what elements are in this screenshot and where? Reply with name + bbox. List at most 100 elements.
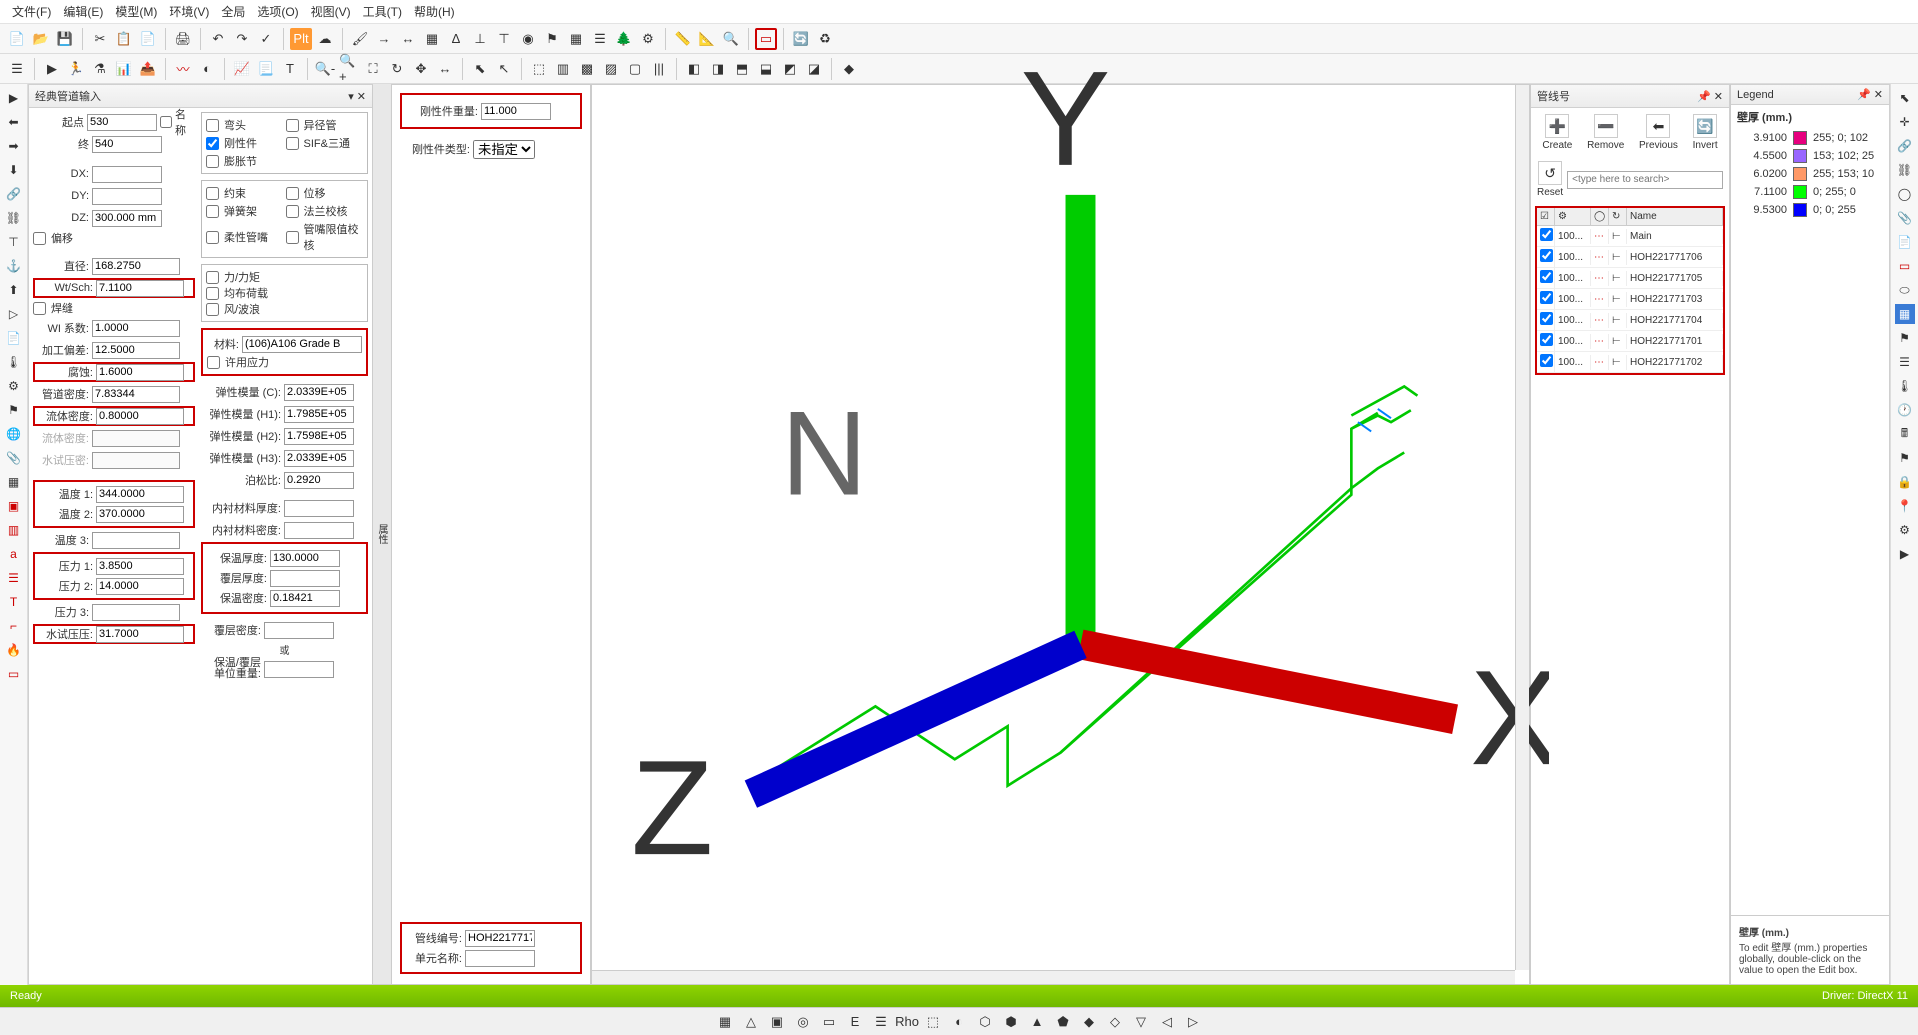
rail-right-icon[interactable]: ➡: [4, 136, 24, 156]
poi-input[interactable]: [284, 472, 354, 489]
zoomfit-icon[interactable]: ⛶: [362, 58, 384, 80]
bt-13-icon[interactable]: ▲: [1026, 1011, 1048, 1033]
volume-icon[interactable]: ⬚: [528, 58, 550, 80]
row-dots-icon[interactable]: ⋯: [1591, 229, 1609, 244]
rr-calc-icon[interactable]: 🖩: [1895, 424, 1915, 444]
bt-9-icon[interactable]: ⬚: [922, 1011, 944, 1033]
dia-input[interactable]: [92, 258, 180, 275]
invert-button[interactable]: 🔄Invert: [1693, 114, 1718, 151]
dimension-icon[interactable]: ↔: [397, 28, 419, 50]
rail-temp-icon[interactable]: 🌡: [4, 352, 24, 372]
rr-flag2-icon[interactable]: ⚑: [1895, 448, 1915, 468]
table-row[interactable]: 100...⋯⊢HOH221771701: [1537, 331, 1723, 352]
tool-a-icon[interactable]: ◐: [196, 58, 218, 80]
rail-left-icon[interactable]: ⬅: [4, 112, 24, 132]
bt-7-icon[interactable]: ☰: [870, 1011, 892, 1033]
check-icon[interactable]: ✓: [255, 28, 277, 50]
3d-viewport[interactable]: Y X Z N: [591, 84, 1530, 985]
rr-flag-icon[interactable]: ⚑: [1895, 328, 1915, 348]
table-row[interactable]: 100...⋯⊢HOH221771705: [1537, 268, 1723, 289]
rr-clock-icon[interactable]: 🕐: [1895, 400, 1915, 420]
lthk-input[interactable]: [284, 500, 354, 517]
rail-layers-icon[interactable]: ☰: [4, 568, 24, 588]
hydro-input[interactable]: [92, 452, 180, 469]
paste-icon[interactable]: 📄: [137, 28, 159, 50]
row-dots-icon[interactable]: ⋯: [1591, 250, 1609, 265]
bt-12-icon[interactable]: ⬢: [1000, 1011, 1022, 1033]
cut-icon[interactable]: ✂: [89, 28, 111, 50]
rr-circ-icon[interactable]: ◯: [1895, 184, 1915, 204]
rail-next-icon[interactable]: ▷: [4, 304, 24, 324]
node-icon[interactable]: ◉: [517, 28, 539, 50]
menu-model[interactable]: 模型(M): [115, 3, 157, 20]
rr-layers-icon[interactable]: ☰: [1895, 352, 1915, 372]
legend-item[interactable]: 9.53000; 0; 255: [1731, 201, 1889, 219]
legend-pin-icon[interactable]: 📌 ✕: [1857, 88, 1883, 101]
page-icon[interactable]: 📃: [255, 58, 277, 80]
legend-item[interactable]: 6.0200255; 153; 10: [1731, 165, 1889, 183]
previous-button[interactable]: ⬅Previous: [1639, 114, 1678, 151]
flexible-checkbox[interactable]: [206, 231, 219, 244]
seam-checkbox[interactable]: [33, 302, 46, 315]
bend-checkbox[interactable]: [206, 119, 219, 132]
copy-icon[interactable]: 📋: [113, 28, 135, 50]
anchor-icon[interactable]: ⊥: [469, 28, 491, 50]
select-icon[interactable]: ⬉: [469, 58, 491, 80]
bt-16-icon[interactable]: ◇: [1104, 1011, 1126, 1033]
rr-box-icon[interactable]: ▦: [1895, 304, 1915, 324]
support-icon[interactable]: ⊤: [493, 28, 515, 50]
rr-sel-icon[interactable]: ⬉: [1895, 88, 1915, 108]
mat-input[interactable]: [242, 336, 362, 353]
offset-checkbox[interactable]: [33, 232, 46, 245]
row-dots-icon[interactable]: ⋯: [1591, 271, 1609, 286]
p3-input[interactable]: [92, 604, 180, 621]
bt-18-icon[interactable]: ◁: [1156, 1011, 1178, 1033]
graph-icon[interactable]: 📈: [231, 58, 253, 80]
rail-valve-icon[interactable]: ⚙: [4, 376, 24, 396]
rail-down-icon[interactable]: ⬇: [4, 160, 24, 180]
line-panel-pin-icon[interactable]: 📌 ✕: [1697, 90, 1723, 103]
wireframe-icon[interactable]: ▥: [552, 58, 574, 80]
rr-play-icon[interactable]: ▶: [1895, 544, 1915, 564]
rr-red-icon[interactable]: ▭: [1895, 256, 1915, 276]
disp-checkbox[interactable]: [286, 187, 299, 200]
bt-15-icon[interactable]: ◆: [1078, 1011, 1100, 1033]
rail-chain-icon[interactable]: ⛓: [4, 208, 24, 228]
paint-icon[interactable]: 🖌: [349, 28, 371, 50]
table-row[interactable]: 100...⋯⊢HOH221771706: [1537, 247, 1723, 268]
p1-input[interactable]: [96, 558, 184, 575]
windwave-checkbox[interactable]: [206, 303, 219, 316]
legend-item[interactable]: 4.5500153; 102; 25: [1731, 147, 1889, 165]
rr-clip-icon[interactable]: 📎: [1895, 208, 1915, 228]
rigid-type-select[interactable]: 未指定: [473, 140, 535, 159]
t2-input[interactable]: [96, 506, 184, 523]
fden-input[interactable]: [96, 408, 184, 425]
t1-input[interactable]: [96, 486, 184, 503]
table-row[interactable]: 100...⋯⊢HOH221771702: [1537, 352, 1723, 373]
wave-icon[interactable]: 〰: [172, 58, 194, 80]
rail-square2-icon[interactable]: ▥: [4, 520, 24, 540]
print-icon[interactable]: 🖨: [172, 28, 194, 50]
rail-t-icon[interactable]: T: [4, 592, 24, 612]
flange-checkbox[interactable]: [286, 205, 299, 218]
rail-globe-icon[interactable]: 🌐: [4, 424, 24, 444]
ithk-input[interactable]: [270, 550, 340, 567]
runner-icon[interactable]: 🏃: [65, 58, 87, 80]
dy-input[interactable]: [92, 188, 162, 205]
rr-lock-icon[interactable]: 🔒: [1895, 472, 1915, 492]
remove-button[interactable]: ➖Remove: [1587, 114, 1624, 151]
rigid-weight-input[interactable]: [481, 103, 551, 120]
bt-3-icon[interactable]: ▣: [766, 1011, 788, 1033]
zoomout-icon[interactable]: 🔍-: [314, 58, 336, 80]
text-icon[interactable]: T: [279, 58, 301, 80]
menu-view[interactable]: 视图(V): [311, 3, 351, 20]
cden-input[interactable]: [264, 622, 334, 639]
bt-4-icon[interactable]: ◎: [792, 1011, 814, 1033]
row-dots-icon[interactable]: ⋯: [1591, 334, 1609, 349]
wtsch-input[interactable]: [96, 280, 184, 297]
bt-11-icon[interactable]: ⬡: [974, 1011, 996, 1033]
run-icon[interactable]: ▶: [41, 58, 63, 80]
rail-l-icon[interactable]: ⌐: [4, 616, 24, 636]
corr-input[interactable]: [96, 364, 184, 381]
rotate-icon[interactable]: ↻: [386, 58, 408, 80]
